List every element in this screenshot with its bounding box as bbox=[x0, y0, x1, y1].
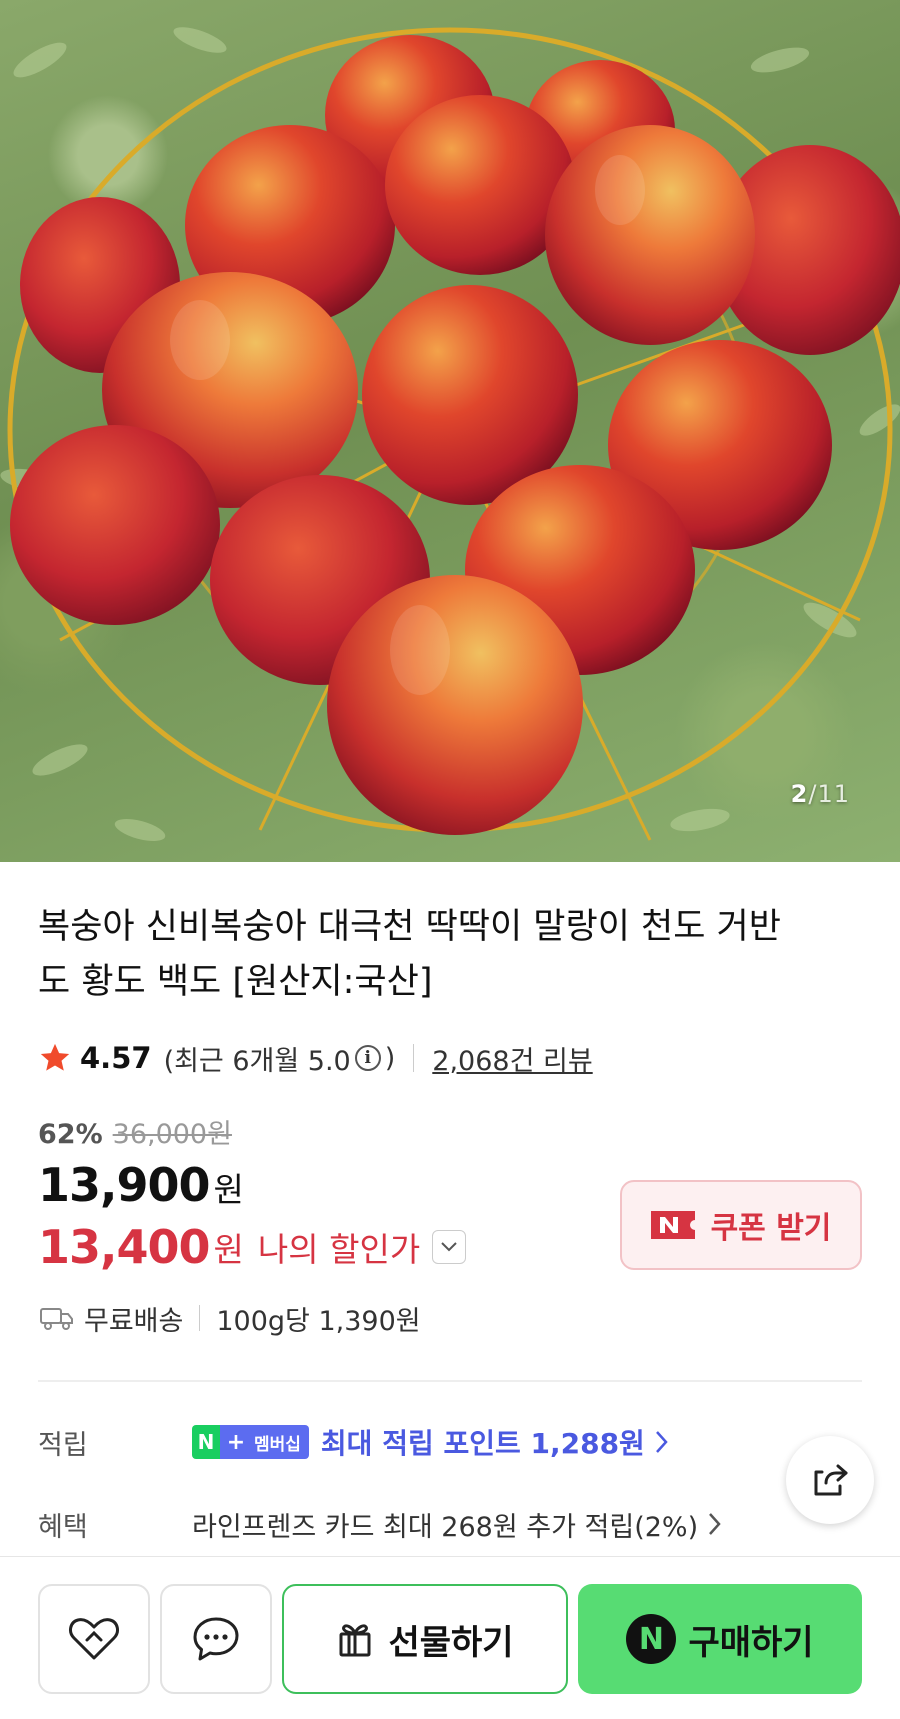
naver-membership-badge: N + 멤버십 bbox=[192, 1425, 309, 1459]
review-count-link[interactable]: 2,068건 리뷰 bbox=[432, 1039, 592, 1078]
product-image-carousel[interactable]: 2/11 bbox=[0, 0, 900, 862]
buy-label: 구매하기 bbox=[688, 1622, 814, 1663]
membership-n: N bbox=[192, 1425, 220, 1459]
my-price-row[interactable]: 13,400 원 나의 할인가 bbox=[38, 1220, 467, 1274]
price-unit: 원 bbox=[213, 1170, 244, 1209]
unit-price: 100g당 1,390원 bbox=[216, 1305, 421, 1337]
my-price-label: 나의 할인가 bbox=[257, 1230, 421, 1269]
share-button[interactable] bbox=[786, 1436, 874, 1524]
coupon-button[interactable]: 쿠폰 받기 bbox=[620, 1180, 862, 1270]
bottom-action-bar: 선물하기 N 구매하기 bbox=[0, 1556, 900, 1719]
total-pages: 11 bbox=[817, 780, 850, 808]
chat-icon bbox=[193, 1617, 239, 1661]
gift-icon bbox=[339, 1624, 371, 1657]
image-page-indicator: 2/11 bbox=[791, 780, 850, 808]
points-row[interactable]: 적립 N + 멤버십 최대 적립 포인트 1,288원 bbox=[38, 1420, 862, 1464]
original-price: 36,000원 bbox=[112, 1119, 232, 1150]
heart-icon bbox=[69, 1618, 119, 1660]
gift-button[interactable]: 선물하기 bbox=[282, 1584, 568, 1694]
truck-icon bbox=[40, 1308, 73, 1330]
divider bbox=[413, 1044, 415, 1072]
buy-button[interactable]: N 구매하기 bbox=[578, 1584, 862, 1694]
card-benefit-text: 라인프렌즈 카드 최대 268원 추가 적립(2%) bbox=[192, 1511, 699, 1543]
benefit-label: 혜택 bbox=[38, 1511, 88, 1543]
my-price-unit: 원 bbox=[213, 1230, 244, 1269]
rating-row: 4.57 (최근 6개월 5.0 i ) 2,068건 리뷰 bbox=[38, 1038, 593, 1078]
talk-button[interactable] bbox=[160, 1584, 272, 1694]
share-icon bbox=[814, 1464, 848, 1496]
chevron-down-icon[interactable] bbox=[432, 1230, 467, 1264]
discount-row: 62% 36,000원 bbox=[38, 1112, 232, 1151]
price-row: 13,900 원 bbox=[38, 1158, 244, 1212]
recent-rating-close: ) bbox=[384, 1042, 396, 1074]
product-title: 복숭아 신비복숭아 대극천 딱딱이 말랑이 천도 거반도 황도 백도 [원산지:… bbox=[38, 907, 781, 1002]
sale-price: 13,900 bbox=[38, 1158, 211, 1212]
my-discount-price: 13,400 bbox=[38, 1220, 211, 1274]
divider bbox=[199, 1305, 201, 1331]
membership-text: 멤버십 bbox=[252, 1425, 309, 1459]
product-image bbox=[0, 27, 900, 841]
discount-rate: 62% bbox=[38, 1119, 103, 1150]
recent-rating: (최근 6개월 5.0 bbox=[163, 1045, 351, 1077]
section-divider bbox=[38, 1380, 862, 1382]
shipping-label: 무료배송 bbox=[84, 1305, 184, 1337]
gift-label: 선물하기 bbox=[388, 1622, 514, 1663]
coupon-label: 쿠폰 받기 bbox=[710, 1211, 832, 1246]
shipping-row: 무료배송 100g당 1,390원 bbox=[40, 1298, 421, 1338]
naver-n-icon: N bbox=[626, 1614, 677, 1664]
current-page: 2 bbox=[790, 780, 809, 808]
membership-plus: + bbox=[220, 1425, 252, 1459]
max-points-link[interactable]: 최대 적립 포인트 1,288원 bbox=[321, 1422, 645, 1462]
n-coupon-icon bbox=[650, 1211, 695, 1239]
chevron-right-icon bbox=[709, 1513, 721, 1535]
benefit-row[interactable]: 혜택 라인프렌즈 카드 최대 268원 추가 적립(2%) bbox=[38, 1502, 862, 1546]
info-icon[interactable]: i bbox=[354, 1045, 381, 1071]
chevron-right-icon bbox=[655, 1431, 668, 1453]
like-button[interactable] bbox=[38, 1584, 150, 1694]
rating-value: 4.57 bbox=[80, 1041, 152, 1075]
star-icon bbox=[40, 1043, 70, 1071]
points-label: 적립 bbox=[38, 1429, 88, 1461]
